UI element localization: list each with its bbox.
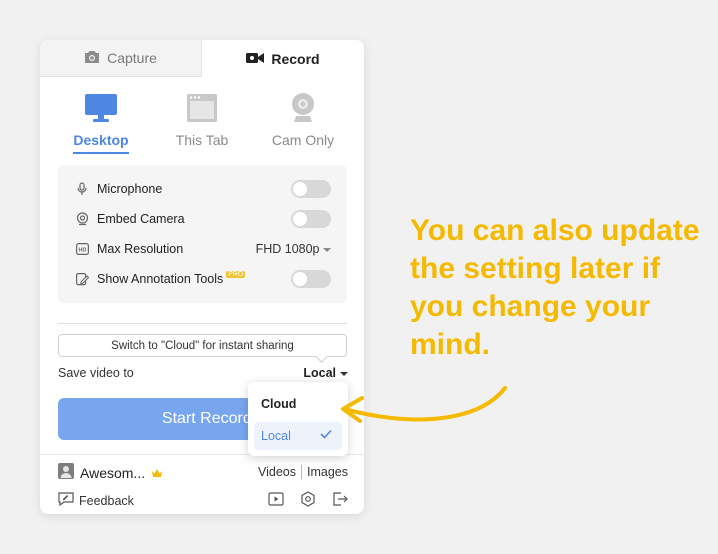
annotation-callout: You can also update the setting later if… [410, 214, 700, 361]
